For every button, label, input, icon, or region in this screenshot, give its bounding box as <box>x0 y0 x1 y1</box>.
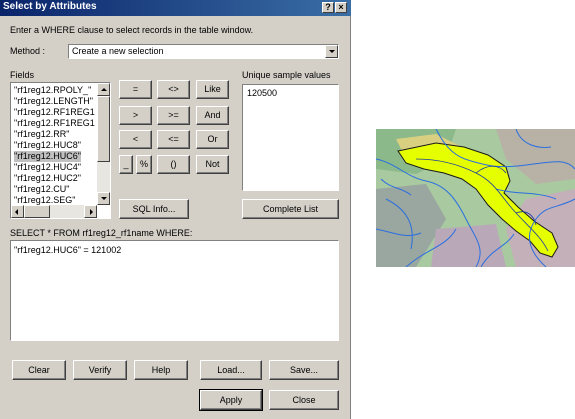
fields-horizontal-scrollbar[interactable] <box>11 205 97 218</box>
percent-button[interactable]: % <box>136 155 152 174</box>
where-clause-text: "rf1reg12.HUC6" = 121002 <box>14 245 122 255</box>
not-button[interactable]: Not <box>196 155 229 174</box>
field-item[interactable]: "rf1reg12.RF1REG1 <box>14 107 95 118</box>
like-button[interactable]: Like <box>196 80 229 99</box>
where-clause-textarea[interactable]: "rf1reg12.HUC6" = 121002 <box>10 240 339 341</box>
scroll-thumb[interactable] <box>24 205 50 218</box>
field-item[interactable]: "rf1reg12.HUC8" <box>14 140 81 151</box>
fields-vertical-scrollbar[interactable] <box>97 83 110 205</box>
close-button[interactable]: Close <box>269 390 339 410</box>
field-item[interactable]: "rf1reg12.RPOLY_" <box>14 85 91 96</box>
apply-button[interactable]: Apply <box>199 389 263 411</box>
unique-values-list[interactable]: 120500 <box>242 84 339 191</box>
parentheses-button[interactable]: () <box>157 155 190 174</box>
underscore-button[interactable]: _ <box>119 155 133 174</box>
field-item[interactable]: "rf1reg12.HUC2" <box>14 173 81 184</box>
scroll-left-icon[interactable] <box>11 205 24 218</box>
unique-values-label: Unique sample values <box>242 70 331 80</box>
method-value: Create a new selection <box>72 46 164 56</box>
field-item[interactable]: "rf1reg12.HUC4" <box>14 162 81 173</box>
title-bar[interactable]: Select by Attributes ? × <box>0 0 351 16</box>
method-label: Method : <box>10 46 46 56</box>
window-title: Select by Attributes <box>3 1 97 12</box>
clear-button[interactable]: Clear <box>12 360 66 380</box>
fields-label: Fields <box>10 70 35 80</box>
select-by-attributes-dialog: Select by Attributes ? × Enter a WHERE c… <box>0 0 351 419</box>
greater-equal-button[interactable]: >= <box>157 106 190 125</box>
unique-value-item[interactable]: 120500 <box>247 88 277 98</box>
dropdown-arrow-icon[interactable] <box>325 45 338 58</box>
scroll-down-icon[interactable] <box>97 192 110 205</box>
complete-list-button[interactable]: Complete List <box>242 199 339 219</box>
instruction-text: Enter a WHERE clause to select records i… <box>10 25 254 35</box>
close-icon[interactable]: × <box>335 2 347 13</box>
method-dropdown[interactable]: Create a new selection <box>68 44 339 59</box>
field-item[interactable]: "rf1reg12.CU" <box>14 184 69 195</box>
help-button[interactable]: Help <box>134 360 188 380</box>
equals-button[interactable]: = <box>119 80 152 99</box>
greater-than-button[interactable]: > <box>119 106 152 125</box>
help-icon[interactable]: ? <box>322 2 334 13</box>
field-item[interactable]: "rf1reg12.RF1REG1 <box>14 118 95 129</box>
field-item[interactable]: "rf1reg12.RR" <box>14 129 69 140</box>
not-equals-button[interactable]: <> <box>157 80 190 99</box>
river-network-map <box>376 129 575 267</box>
map-preview <box>376 129 575 267</box>
or-button[interactable]: Or <box>196 130 229 149</box>
field-item[interactable]: "rf1reg12.LENGTH" <box>14 96 93 107</box>
fields-list[interactable]: "rf1reg12.RPOLY_" "rf1reg12.LENGTH" "rf1… <box>10 82 111 219</box>
less-than-button[interactable]: < <box>119 130 152 149</box>
less-equal-button[interactable]: <= <box>157 130 190 149</box>
scroll-right-icon[interactable] <box>84 205 97 218</box>
scroll-thumb[interactable] <box>97 96 110 162</box>
verify-button[interactable]: Verify <box>73 360 127 380</box>
and-button[interactable]: And <box>196 106 229 125</box>
save-button[interactable]: Save... <box>269 360 339 380</box>
sql-info-button[interactable]: SQL Info... <box>119 199 189 219</box>
field-item-selected[interactable]: "rf1reg12.HUC6" <box>14 151 81 162</box>
select-statement-label: SELECT * FROM rf1reg12_rf1name WHERE: <box>10 228 193 238</box>
load-button[interactable]: Load... <box>200 360 262 380</box>
scroll-up-icon[interactable] <box>97 83 110 96</box>
